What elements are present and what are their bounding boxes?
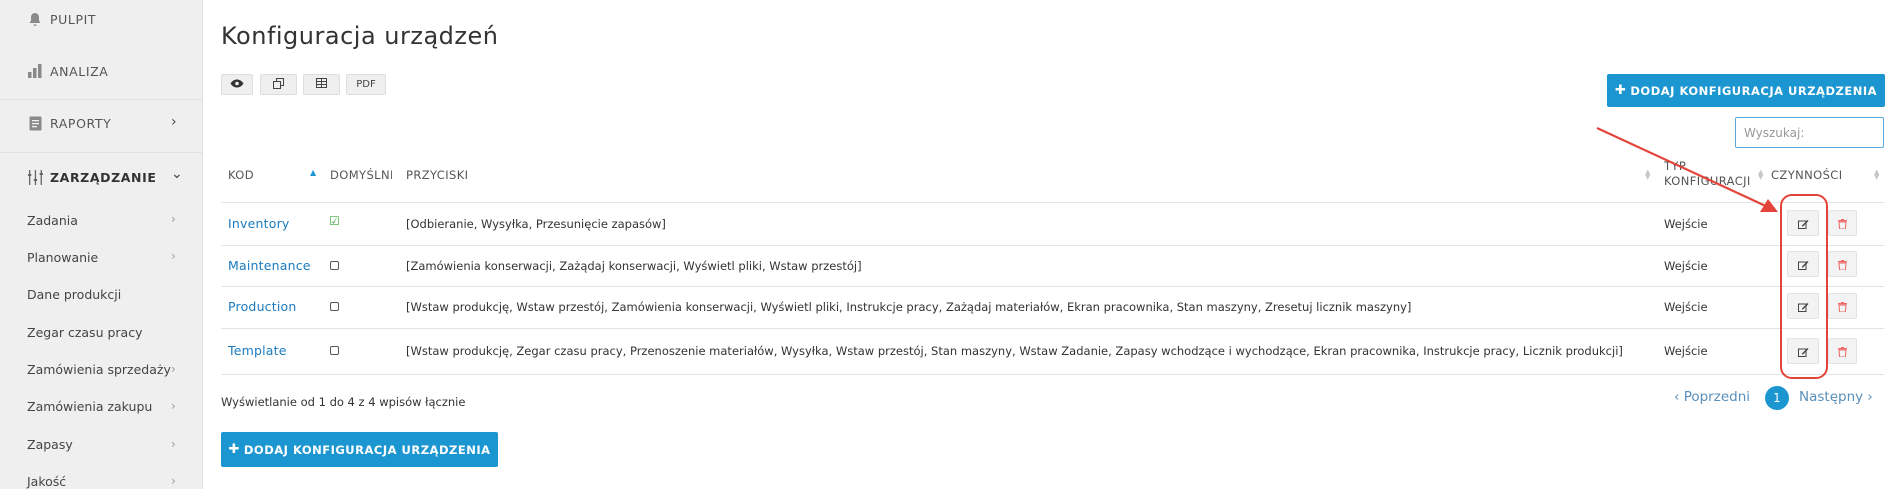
column-header-czynnosci: CZYNNOŚCI — [1771, 168, 1843, 182]
delete-button[interactable] — [1828, 210, 1857, 236]
nav-item-raporty[interactable]: RAPORTY — [26, 114, 111, 132]
trash-icon — [1838, 342, 1847, 361]
excel-button[interactable] — [303, 74, 340, 95]
delete-button[interactable] — [1828, 251, 1857, 277]
pdf-button[interactable]: PDF — [346, 74, 386, 95]
nav-item-label: ANALIZA — [50, 63, 109, 79]
copy-icon — [273, 77, 284, 92]
bar-chart-icon — [26, 62, 44, 80]
chevron-right-icon: › — [171, 399, 176, 413]
pagination-prev[interactable]: ‹ Poprzedni — [1674, 389, 1750, 405]
chevron-right-icon: › — [171, 249, 176, 263]
pagination-next[interactable]: Następny › — [1799, 389, 1873, 405]
sidebar-item-planowanie[interactable]: Planowanie — [27, 250, 98, 265]
search-input[interactable] — [1735, 117, 1884, 148]
pagination-page[interactable]: 1 — [1765, 386, 1789, 410]
sidebar-divider — [0, 99, 203, 100]
sort-asc-icon: ▲ — [310, 168, 317, 177]
unchecked-checkbox — [330, 346, 339, 355]
table-row-code-link[interactable]: Maintenance — [228, 258, 311, 273]
copy-button[interactable] — [260, 74, 297, 95]
nav-item-label: RAPORTY — [50, 115, 112, 131]
table-row-code-link[interactable]: Template — [228, 343, 287, 358]
unchecked-checkbox — [330, 302, 339, 311]
bell-icon — [26, 10, 44, 28]
table-cell-type: Wejście — [1664, 344, 1708, 358]
plus-icon: ✚ — [228, 442, 240, 457]
checked-icon: ☑ — [329, 214, 340, 228]
sort-icon: ▲ ▼ — [1758, 168, 1764, 181]
view-button[interactable] — [221, 74, 253, 95]
trash-icon — [1838, 255, 1847, 274]
table-divider — [221, 245, 1884, 246]
column-header-kod[interactable]: KOD — [228, 168, 254, 183]
nav-item-label: ZARZĄDZANIE — [50, 169, 157, 185]
table-divider — [221, 328, 1884, 329]
add-configuration-button-bottom[interactable]: ✚ DODAJ KONFIGURACJA URZĄDZENIA — [221, 432, 498, 467]
column-header-przyciski[interactable]: PRZYCISKI — [406, 168, 468, 183]
table-cell-type: Wejście — [1664, 259, 1708, 273]
nav-item-label: PULPIT — [50, 11, 97, 27]
table-divider — [221, 374, 1884, 375]
trash-icon — [1838, 214, 1847, 233]
table-info: Wyświetlanie od 1 do 4 z 4 wpisów łączni… — [221, 395, 466, 409]
add-configuration-button-top[interactable]: ✚ DODAJ KONFIGURACJA URZĄDZENIA — [1607, 74, 1885, 107]
nav-item-pulpit[interactable]: PULPIT — [26, 10, 96, 28]
nav-item-analiza[interactable]: ANALIZA — [26, 62, 108, 80]
table-row-code-link[interactable]: Production — [228, 299, 297, 314]
page-title: Konfiguracja urządzeń — [221, 22, 499, 50]
table-cell-buttons: [Wstaw produkcję, Wstaw przestój, Zamówi… — [406, 300, 1412, 314]
chevron-right-icon: › — [171, 114, 177, 130]
plus-icon: ✚ — [1614, 83, 1627, 98]
sidebar-item-dane-produkcji[interactable]: Dane produkcji — [27, 287, 121, 302]
chevron-right-icon: › — [171, 474, 176, 488]
table-cell-type: Wejście — [1664, 300, 1708, 314]
table-divider — [221, 286, 1884, 287]
nav-item-zarzadzanie[interactable]: ZARZĄDZANIE — [26, 168, 156, 186]
sidebar-item-zamowienia-zakupu[interactable]: Zamówienia zakupu — [27, 399, 152, 414]
unchecked-checkbox — [330, 261, 339, 270]
table-cell-type: Wejście — [1664, 217, 1708, 231]
eye-icon — [230, 79, 244, 91]
sort-icon: ▲ ▼ — [1645, 168, 1651, 181]
sidebar: PULPIT ANALIZA RAPORTY › ZARZĄDZANIE ⌄ Z… — [0, 0, 203, 489]
delete-button[interactable] — [1828, 293, 1857, 319]
chevron-right-icon: › — [171, 362, 176, 376]
sliders-icon — [26, 168, 44, 186]
sort-icon: ▲ ▼ — [1874, 168, 1880, 181]
trash-icon — [1838, 297, 1847, 316]
button-label: DODAJ KONFIGURACJA URZĄDZENIA — [1630, 83, 1878, 98]
sidebar-item-zapasy[interactable]: Zapasy — [27, 437, 73, 452]
sidebar-divider — [0, 152, 203, 153]
sidebar-item-zamowienia-sprzedazy[interactable]: Zamówienia sprzedaży — [27, 362, 171, 377]
delete-button[interactable] — [1828, 338, 1857, 364]
table-row-code-link[interactable]: Inventory — [228, 216, 290, 231]
column-header-typ-konfiguracji[interactable]: TYP KONFIGURACJI — [1664, 159, 1756, 189]
sidebar-item-zadania[interactable]: Zadania — [27, 213, 78, 228]
annotation-highlight — [1780, 194, 1828, 379]
table-icon — [316, 78, 327, 91]
chevron-right-icon: › — [171, 212, 176, 226]
chevron-right-icon: › — [171, 437, 176, 451]
chevron-down-icon: ⌄ — [171, 166, 183, 182]
table-cell-buttons: [Wstaw produkcję, Zegar czasu pracy, Prz… — [406, 344, 1623, 358]
document-icon — [26, 114, 44, 132]
table-cell-buttons: [Zamówienia konserwacji, Zażądaj konserw… — [406, 259, 862, 273]
sidebar-item-jakosc[interactable]: Jakość — [27, 474, 66, 489]
table-divider — [221, 202, 1884, 203]
column-header-domyslne[interactable]: DOMYŚLNE — [330, 168, 392, 183]
table-cell-buttons: [Odbieranie, Wysyłka, Przesunięcie zapas… — [406, 217, 666, 231]
sidebar-item-zegar-czasu-pracy[interactable]: Zegar czasu pracy — [27, 325, 142, 340]
button-label: DODAJ KONFIGURACJA URZĄDZENIA — [243, 442, 491, 457]
